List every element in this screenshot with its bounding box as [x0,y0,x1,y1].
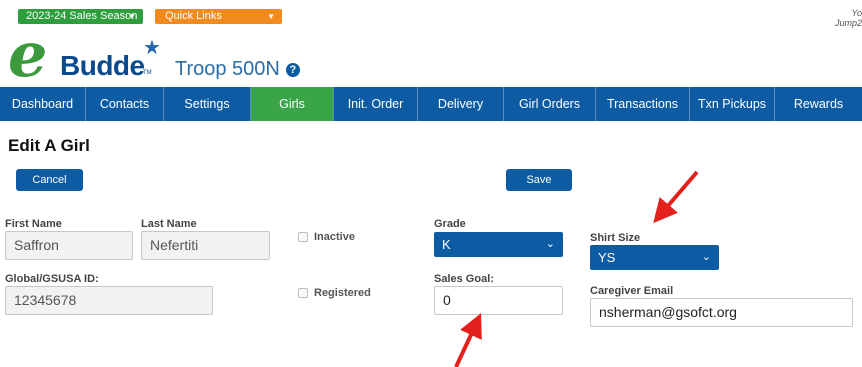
page-title: Edit A Girl [8,136,90,155]
first-name-field[interactable]: Saffron [5,231,133,260]
quick-links-dropdown[interactable]: Quick Links ▼ [155,9,282,24]
global-id-label: Global/GSUSA ID: [5,273,99,285]
nav-delivery[interactable]: Delivery [418,87,504,121]
sales-goal-input[interactable]: 0 [434,286,563,315]
registered-checkbox[interactable] [298,288,308,298]
grade-value: K [442,237,451,252]
last-name-field[interactable]: Nefertiti [141,231,270,260]
user-line-2: Jump2 [834,18,862,28]
nav-dashboard[interactable]: Dashboard [0,87,86,121]
star-icon: ★ [143,37,161,59]
annotation-arrow-sales-goal [454,313,482,367]
first-name-label: First Name [5,218,62,230]
sales-goal-label: Sales Goal: [434,273,494,285]
nav-girls[interactable]: Girls [251,87,334,121]
chevron-down-icon: ⌄ [545,238,555,250]
caregiver-email-label: Caregiver Email [590,285,674,297]
help-icon[interactable]: ? [285,62,300,77]
caret-down-icon: ▼ [267,12,275,21]
grade-label: Grade [434,218,466,230]
inactive-checkbox-row[interactable]: Inactive [298,231,355,243]
inactive-checkbox[interactable] [298,232,308,242]
ebudde-logo[interactable]: e Budde TM ★ [8,18,168,91]
chevron-down-icon: ⌄ [701,251,711,263]
nav-contacts[interactable]: Contacts [86,87,164,121]
nav-rewards[interactable]: Rewards [775,87,862,121]
global-id-field[interactable]: 12345678 [5,286,213,315]
shirt-size-value: YS [598,250,616,265]
user-line-1: Yo [851,8,862,18]
annotation-arrow-shirt-size [653,170,699,224]
registered-checkbox-row[interactable]: Registered [298,287,371,299]
quick-links-label: Quick Links [165,10,222,22]
inactive-label: Inactive [314,231,355,243]
shirt-size-label: Shirt Size [590,232,641,244]
main-nav: Dashboard Contacts Settings Girls Init. … [0,87,862,121]
nav-init-order[interactable]: Init. Order [334,87,418,121]
shirt-size-select[interactable]: YS ⌄ [590,245,719,270]
nav-settings[interactable]: Settings [164,87,251,121]
caregiver-email-input[interactable]: nsherman@gsofct.org [590,298,853,327]
logo-letter: e [8,18,48,91]
caret-down-icon: ▼ [128,12,136,21]
nav-girl-orders[interactable]: Girl Orders [504,87,596,121]
troop-name: Troop 500N [175,58,280,80]
save-button[interactable]: Save [506,169,572,191]
nav-transactions[interactable]: Transactions [596,87,690,121]
nav-txn-pickups[interactable]: Txn Pickups [690,87,775,121]
logo-word: Budde [60,50,145,81]
user-info: Yo Jump2 [822,8,862,28]
grade-select[interactable]: K ⌄ [434,232,563,257]
last-name-label: Last Name [141,218,197,230]
troop-title: Troop 500N ? [175,58,300,81]
cancel-button[interactable]: Cancel [16,169,83,191]
registered-label: Registered [314,287,371,299]
logo-tm: TM [143,70,152,76]
